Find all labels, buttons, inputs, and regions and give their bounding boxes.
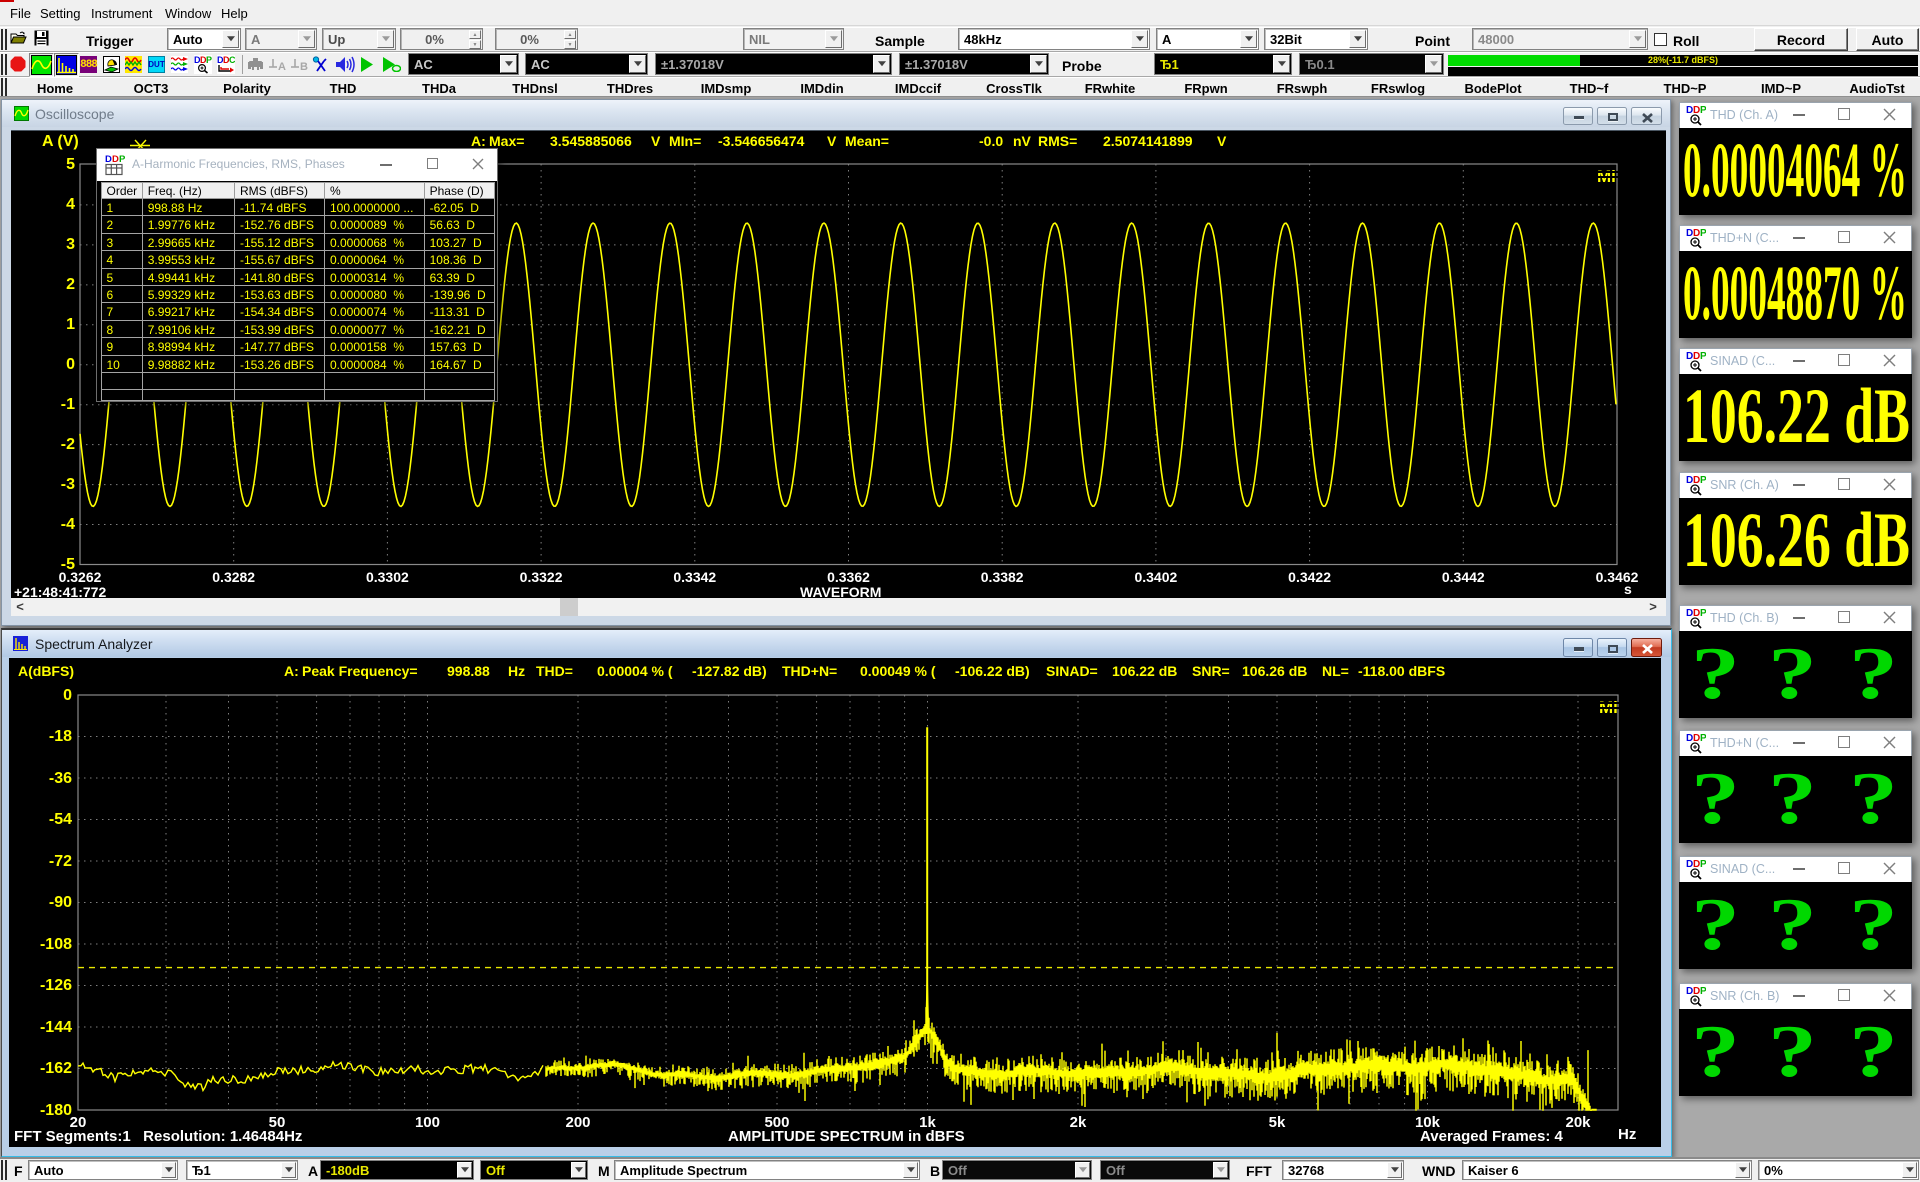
svg-text:P: P	[1700, 475, 1706, 486]
svg-text:?: ?	[1768, 633, 1817, 715]
svg-text:0.00004064 %: 0.00004064 %	[1683, 128, 1907, 213]
svg-text:?: ?	[1691, 758, 1740, 840]
svg-text:D: D	[112, 154, 119, 165]
svg-text:D: D	[105, 154, 112, 165]
svg-text:P: P	[1700, 105, 1706, 116]
svg-text:?: ?	[1691, 884, 1740, 966]
svg-text:?: ?	[1768, 1011, 1817, 1093]
svg-text:C: C	[229, 55, 235, 65]
svg-text:P: P	[1700, 733, 1706, 744]
svg-text:P: P	[1700, 608, 1706, 619]
svg-text:?: ?	[1691, 1011, 1740, 1093]
svg-text:P: P	[206, 55, 212, 65]
svg-text:106.22 dB: 106.22 dB	[1683, 374, 1910, 459]
svg-text:?: ?	[1849, 884, 1898, 966]
svg-text:0.00048870 %: 0.00048870 %	[1683, 251, 1907, 336]
svg-text:?: ?	[1691, 633, 1740, 715]
svg-text:A: A	[278, 61, 286, 73]
svg-text:?: ?	[1768, 884, 1817, 966]
svg-text:P: P	[119, 154, 126, 165]
svg-text:?: ?	[1849, 633, 1898, 715]
svg-text:?: ?	[1768, 758, 1817, 840]
svg-text:B: B	[300, 61, 308, 73]
svg-text:P: P	[1700, 351, 1706, 362]
svg-text:?: ?	[1849, 758, 1898, 840]
svg-text:P: P	[1700, 228, 1706, 239]
svg-text:P: P	[1700, 859, 1706, 870]
svg-text:?: ?	[1849, 1011, 1898, 1093]
svg-text:106.26 dB: 106.26 dB	[1683, 498, 1910, 583]
svg-text:P: P	[1700, 986, 1706, 997]
